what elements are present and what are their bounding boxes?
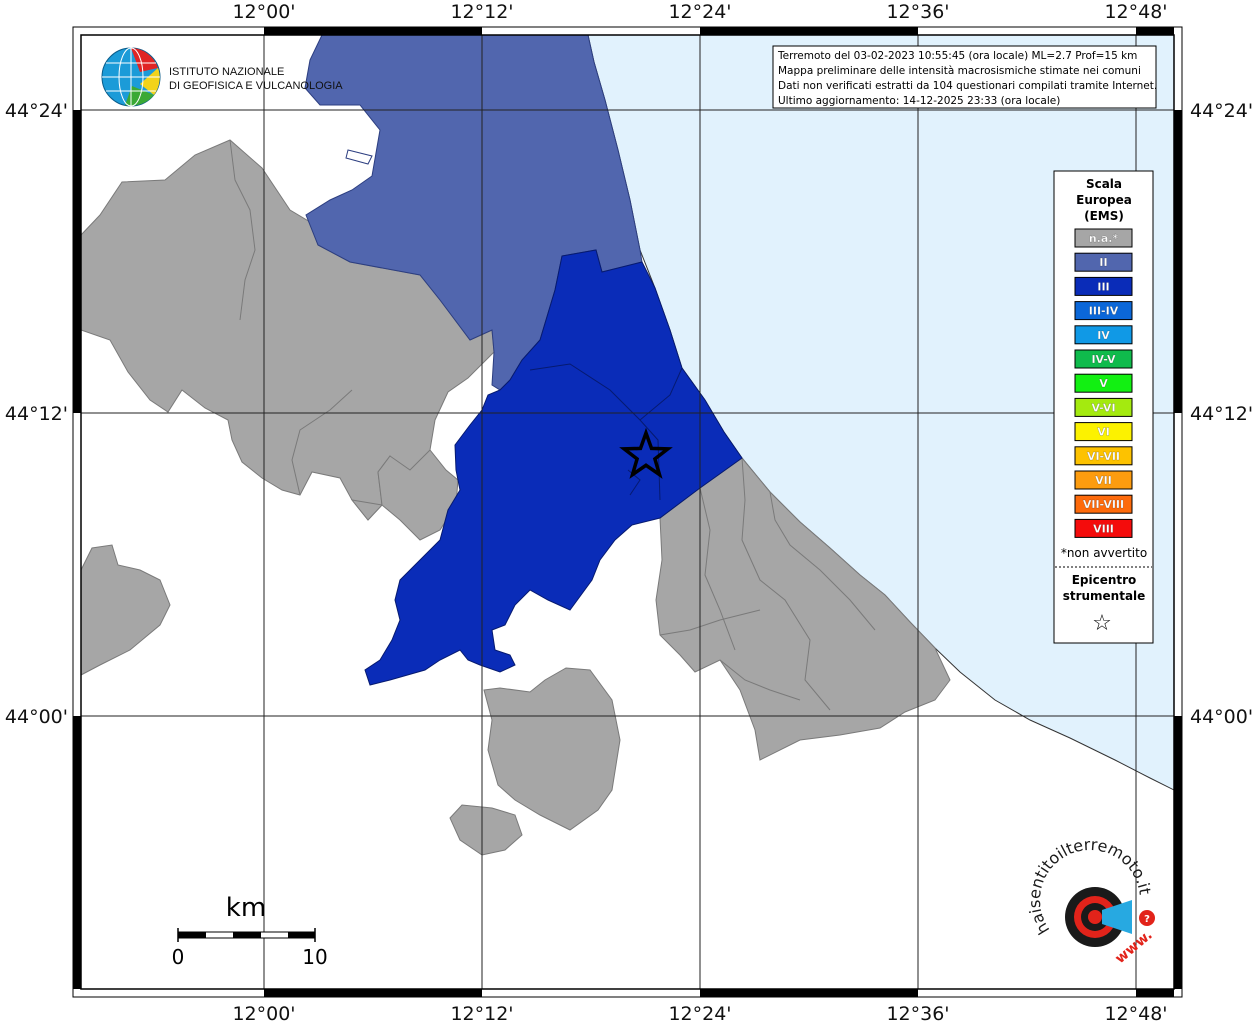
svg-text:12°24': 12°24' bbox=[668, 1003, 731, 1024]
svg-text:12°24': 12°24' bbox=[668, 1, 731, 23]
svg-text:12°48': 12°48' bbox=[1104, 1, 1167, 23]
svg-text:44°24': 44°24' bbox=[5, 100, 68, 122]
svg-text:12°00': 12°00' bbox=[232, 1, 295, 23]
legend-label: VI bbox=[1097, 426, 1110, 439]
legend-label: V-VI bbox=[1091, 401, 1115, 414]
svg-text:12°12': 12°12' bbox=[450, 1003, 513, 1024]
legend-label: IV bbox=[1097, 329, 1110, 342]
svg-text:44°24': 44°24' bbox=[1190, 100, 1253, 122]
svg-text:12°36': 12°36' bbox=[886, 1, 949, 23]
legend-label: III bbox=[1097, 280, 1109, 293]
logo-line1: ISTITUTO NAZIONALE bbox=[169, 66, 284, 78]
legend-label: V bbox=[1099, 377, 1108, 390]
latitude-labels-right: 44°24' 44°12' 44°00' bbox=[1190, 100, 1253, 728]
longitude-labels-bottom: 12°00' 12°12' 12°24' 12°36' 12°48' bbox=[232, 1003, 1167, 1024]
legend-label: IV-V bbox=[1091, 353, 1116, 366]
info-line2: Mappa preliminare delle intensità macros… bbox=[778, 65, 1141, 77]
svg-text:12°36': 12°36' bbox=[886, 1003, 949, 1024]
svg-text:44°12': 44°12' bbox=[1190, 403, 1253, 425]
legend-title-3: (EMS) bbox=[1084, 209, 1124, 223]
scale-unit: km bbox=[226, 893, 266, 923]
legend-label: VIII bbox=[1093, 522, 1114, 535]
legend-title-1: Scala bbox=[1086, 177, 1122, 191]
info-box: Terremoto del 03-02-2023 10:55:45 (ora l… bbox=[772, 45, 1157, 109]
latitude-labels-left: 44°24' 44°12' 44°00' bbox=[5, 100, 68, 728]
ems-legend: Scala Europea (EMS) n.a.*IIIIIIII-IVIVIV… bbox=[1053, 170, 1154, 644]
info-line1: Terremoto del 03-02-2023 10:55:45 (ora l… bbox=[777, 50, 1137, 62]
legend-label: n.a.* bbox=[1089, 232, 1119, 245]
legend-label: III-IV bbox=[1089, 305, 1119, 318]
info-line4: Ultimo aggiornamento: 14-12-2025 23:33 (… bbox=[778, 95, 1060, 107]
info-line3: Dati non verificati estratti da 104 ques… bbox=[778, 80, 1157, 92]
svg-text:12°12': 12°12' bbox=[450, 1, 513, 23]
svg-text:44°00': 44°00' bbox=[1190, 706, 1253, 728]
longitude-labels-top: 12°00' 12°12' 12°24' 12°36' 12°48' bbox=[232, 1, 1167, 23]
legend-epicenter-2: strumentale bbox=[1063, 589, 1146, 603]
svg-text:12°48': 12°48' bbox=[1104, 1003, 1167, 1024]
svg-text:44°00': 44°00' bbox=[5, 706, 68, 728]
legend-note: *non avvertito bbox=[1061, 546, 1147, 560]
legend-label: VII bbox=[1095, 474, 1112, 487]
legend-epicenter-1: Epicentro bbox=[1072, 573, 1137, 587]
hsit-question-icon: ? bbox=[1144, 914, 1150, 925]
legend-label: VII-VIII bbox=[1083, 498, 1124, 511]
svg-text:12°00': 12°00' bbox=[232, 1003, 295, 1024]
scale-label-end: 10 bbox=[302, 945, 327, 969]
logo-line2: DI GEOFISICA E VULCANOLOGIA bbox=[169, 80, 343, 92]
legend-title-2: Europea bbox=[1076, 193, 1132, 207]
scale-label-start: 0 bbox=[172, 945, 185, 969]
macroseismic-map: 12°00' 12°12' 12°24' 12°36' 12°48' 12°00… bbox=[5, 1, 1253, 1024]
legend-label: II bbox=[1099, 256, 1107, 269]
legend-label: VI-VII bbox=[1087, 450, 1120, 463]
svg-text:44°12': 44°12' bbox=[5, 403, 68, 425]
legend-star-icon: ☆ bbox=[1092, 611, 1112, 636]
